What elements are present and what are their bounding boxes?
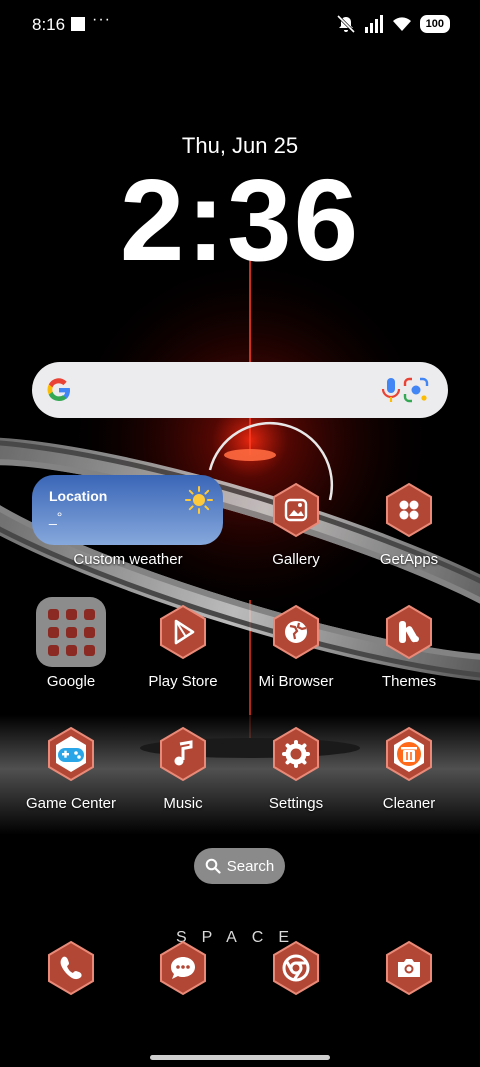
folder-app-icon xyxy=(84,627,95,638)
google-lens-icon[interactable] xyxy=(402,376,430,404)
game-center-icon[interactable] xyxy=(43,726,99,782)
status-overflow: ··· xyxy=(92,11,111,28)
cleaner-icon[interactable] xyxy=(381,726,437,782)
notification-square-icon xyxy=(71,17,85,31)
themes-label: Themes xyxy=(381,673,437,690)
getapps-icon[interactable] xyxy=(381,482,437,538)
weather-temperature: _° xyxy=(49,509,63,525)
clock-time[interactable]: 2:36 xyxy=(0,162,480,278)
folder-app-icon xyxy=(66,645,77,656)
home-gesture-bar[interactable] xyxy=(150,1055,330,1060)
cleaner-label: Cleaner xyxy=(382,795,436,812)
weather-location: Location xyxy=(49,488,108,504)
google-folder[interactable] xyxy=(36,597,106,667)
phone-icon[interactable] xyxy=(43,940,99,996)
folder-app-icon xyxy=(84,645,95,656)
mi-browser-icon[interactable] xyxy=(268,604,324,660)
weather-widget[interactable]: Location _° xyxy=(32,475,223,545)
status-time: 8:16 xyxy=(32,15,66,34)
settings-icon[interactable] xyxy=(268,726,324,782)
battery-indicator: 100 xyxy=(419,15,450,33)
folder-app-icon xyxy=(48,609,59,620)
app-search-button[interactable]: Search xyxy=(194,848,285,884)
play-store-icon[interactable] xyxy=(155,604,211,660)
signal-icon xyxy=(364,15,383,33)
camera-icon[interactable] xyxy=(381,940,437,996)
bell-muted-icon xyxy=(336,14,355,34)
status-bar: 8:16 ··· 100 xyxy=(0,0,480,48)
folder-app-icon xyxy=(48,645,59,656)
chrome-icon[interactable] xyxy=(268,940,324,996)
search-icon xyxy=(205,858,221,874)
google-search-bar[interactable] xyxy=(32,362,448,418)
getapps-label: GetApps xyxy=(379,551,439,568)
weather-label: Custom weather xyxy=(73,551,183,568)
folder-app-icon xyxy=(84,609,95,620)
microphone-icon[interactable] xyxy=(378,376,404,404)
gallery-icon[interactable] xyxy=(268,482,324,538)
folder-app-icon xyxy=(48,627,59,638)
app-search-label: Search xyxy=(226,857,275,875)
folder-app-icon xyxy=(66,627,77,638)
google-logo-icon xyxy=(47,378,70,402)
themes-icon[interactable] xyxy=(381,604,437,660)
sun-icon xyxy=(185,486,213,514)
wifi-icon xyxy=(392,17,411,31)
music-icon[interactable] xyxy=(155,726,211,782)
messages-icon[interactable] xyxy=(155,940,211,996)
folder-app-icon xyxy=(66,609,77,620)
